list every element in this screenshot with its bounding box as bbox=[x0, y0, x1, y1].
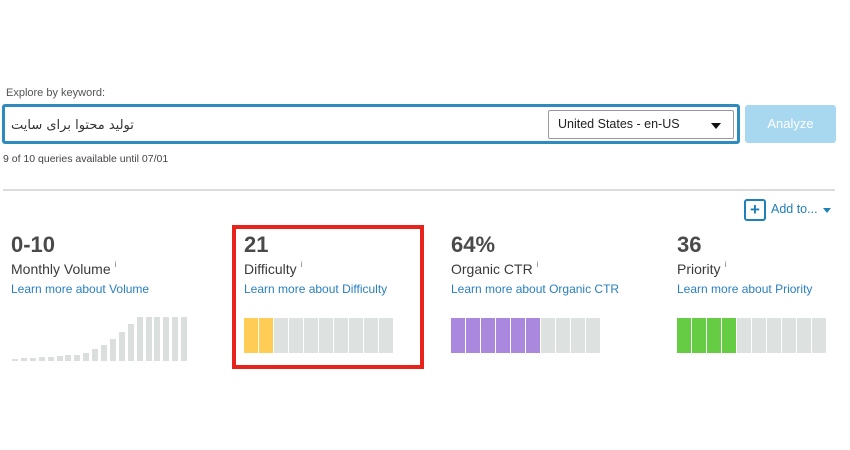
volume-bar bbox=[20, 358, 27, 361]
meter-segment-filled bbox=[466, 318, 480, 353]
locale-select-value: United States - en-US bbox=[558, 117, 680, 131]
meter-segment-filled bbox=[526, 318, 540, 353]
volume-bar bbox=[118, 331, 125, 361]
meter-segment-empty bbox=[812, 318, 826, 353]
volume-bar bbox=[181, 317, 188, 361]
meter-segment-filled bbox=[496, 318, 510, 353]
meter-segment-empty bbox=[767, 318, 781, 353]
volume-bar bbox=[65, 355, 72, 361]
learn-more-link[interactable]: Learn more about Volume bbox=[11, 282, 149, 296]
metric-name: Monthly Volume bbox=[11, 261, 111, 277]
volume-bar bbox=[136, 317, 143, 361]
metric-value: 0-10 bbox=[11, 232, 56, 257]
metric-organic-ctr: 64% Organic CTR i Learn more about Organi… bbox=[451, 232, 619, 296]
meter-segment-empty bbox=[541, 318, 555, 353]
volume-bar bbox=[12, 359, 18, 361]
volume-bar bbox=[56, 356, 63, 361]
meter-segment-filled bbox=[677, 318, 691, 353]
highlight-box bbox=[232, 225, 424, 369]
metric-name: Organic CTR bbox=[451, 261, 533, 277]
meter-segment-empty bbox=[571, 318, 585, 353]
learn-more-link[interactable]: Learn more about Priority bbox=[677, 282, 812, 296]
volume-bar bbox=[163, 317, 170, 361]
metric-value: 36 bbox=[677, 232, 702, 257]
explore-label: Explore by keyword: bbox=[6, 87, 106, 99]
meter-segment-filled bbox=[481, 318, 495, 353]
meter-segment-empty bbox=[586, 318, 600, 353]
locale-select[interactable]: United States - en-US bbox=[548, 110, 734, 139]
meter-segment-empty bbox=[556, 318, 570, 353]
volume-bar-chart bbox=[12, 316, 188, 361]
keyword-input[interactable] bbox=[11, 115, 531, 135]
meter-segment-filled bbox=[451, 318, 465, 353]
meter-segment-empty bbox=[797, 318, 811, 353]
volume-bar bbox=[154, 317, 161, 361]
metric-priority: 36 Priority i Learn more about Priority bbox=[677, 232, 812, 296]
plus-icon: + bbox=[744, 199, 766, 221]
metric-value: 64% bbox=[451, 232, 496, 257]
volume-bar bbox=[172, 317, 179, 361]
volume-bar bbox=[101, 344, 107, 361]
meter-segment-filled bbox=[722, 318, 736, 353]
meter-segment-empty bbox=[737, 318, 751, 353]
info-icon[interactable]: i bbox=[537, 260, 539, 269]
volume-bar bbox=[74, 354, 81, 361]
divider bbox=[3, 189, 835, 191]
analyze-button[interactable]: Analyze bbox=[745, 105, 836, 143]
add-to-label: Add to... bbox=[771, 202, 818, 216]
metric-monthly-volume: 0-10 Monthly Volume i Learn more about Vo… bbox=[11, 232, 149, 296]
volume-bar bbox=[47, 356, 54, 361]
volume-bar bbox=[29, 357, 36, 361]
volume-bar bbox=[92, 349, 99, 361]
info-icon[interactable]: i bbox=[725, 260, 727, 269]
caret-down-icon bbox=[823, 208, 831, 213]
queries-available-note: 9 of 10 queries available until 07/01 bbox=[3, 153, 169, 165]
meter-segment-empty bbox=[782, 318, 796, 353]
meter-segment-empty bbox=[752, 318, 766, 353]
info-icon[interactable]: i bbox=[115, 260, 117, 269]
volume-bar bbox=[145, 317, 152, 361]
keyword-search-box: United States - en-US bbox=[2, 104, 740, 144]
caret-down-icon bbox=[711, 123, 721, 129]
volume-bar bbox=[83, 353, 90, 361]
volume-bar bbox=[38, 357, 45, 361]
meter-segment-filled bbox=[511, 318, 525, 353]
learn-more-link[interactable]: Learn more about Organic CTR bbox=[451, 282, 619, 296]
meter-segment-filled bbox=[692, 318, 706, 353]
volume-bar bbox=[127, 324, 134, 361]
volume-bar bbox=[109, 338, 116, 361]
metric-name: Priority bbox=[677, 261, 721, 277]
meter-segment-filled bbox=[707, 318, 721, 353]
